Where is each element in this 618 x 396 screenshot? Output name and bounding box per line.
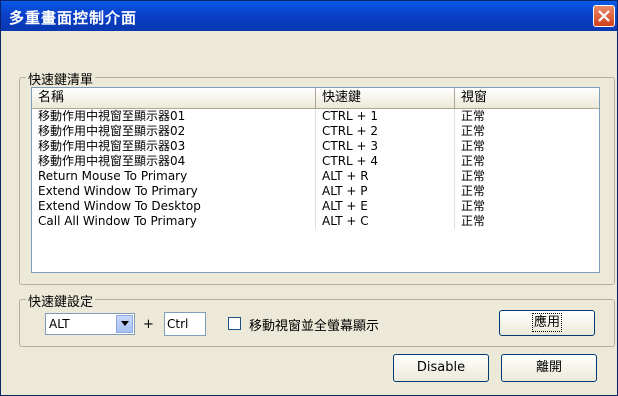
row-hotkey: ALT + C bbox=[316, 214, 455, 229]
apply-button[interactable]: 應用 bbox=[499, 310, 595, 336]
hotkey-key-value: Ctrl bbox=[167, 317, 189, 331]
exit-button[interactable]: 離開 bbox=[501, 354, 597, 382]
column-header-hotkey[interactable]: 快速鍵 bbox=[316, 88, 455, 108]
row-hotkey: CTRL + 3 bbox=[316, 139, 455, 154]
row-hotkey: CTRL + 1 bbox=[316, 109, 455, 124]
dropdown-button[interactable] bbox=[116, 315, 133, 333]
column-header-window[interactable]: 視窗 bbox=[455, 88, 599, 108]
title-bar[interactable]: 多重畫面控制介面 bbox=[1, 1, 617, 31]
row-window: 正常 bbox=[461, 184, 486, 198]
hotkey-list-group-label: 快速鍵清單 bbox=[26, 69, 96, 88]
hotkey-list[interactable]: 名稱 快速鍵 視窗 移動作用中視窗至顯示器01 CTRL + 1 正常 移動作用… bbox=[31, 87, 600, 273]
row-hotkey: ALT + R bbox=[316, 169, 455, 184]
modifier-select[interactable]: ALT bbox=[45, 313, 135, 335]
row-window: 正常 bbox=[461, 199, 486, 213]
disable-button[interactable]: Disable bbox=[393, 354, 489, 382]
apply-button-label: 應用 bbox=[531, 313, 563, 332]
column-header-name[interactable]: 名稱 bbox=[32, 88, 316, 108]
list-row[interactable]: 移動作用中視窗至顯示器04 CTRL + 4 正常 bbox=[32, 154, 599, 169]
list-row[interactable]: Extend Window To Primary ALT + P 正常 bbox=[32, 184, 599, 199]
list-row[interactable]: 移動作用中視窗至顯示器03 CTRL + 3 正常 bbox=[32, 139, 599, 154]
disable-button-label: Disable bbox=[416, 360, 466, 375]
row-hotkey: ALT + P bbox=[316, 184, 455, 199]
exit-button-label: 離開 bbox=[535, 360, 562, 375]
modifier-select-value: ALT bbox=[49, 317, 70, 331]
plus-label: + bbox=[143, 317, 154, 332]
row-hotkey: CTRL + 4 bbox=[316, 154, 455, 169]
row-window: 正常 bbox=[461, 139, 486, 153]
row-name: 移動作用中視窗至顯示器04 bbox=[32, 154, 316, 169]
row-hotkey: CTRL + 2 bbox=[316, 124, 455, 139]
row-window: 正常 bbox=[461, 154, 486, 168]
dialog-window: 多重畫面控制介面 快速鍵清單 名稱 快速鍵 視窗 移動作用中視窗至顯示器01 C… bbox=[0, 0, 618, 396]
list-header: 名稱 快速鍵 視窗 bbox=[32, 88, 599, 109]
row-name: Extend Window To Primary bbox=[32, 184, 316, 199]
row-name: 移動作用中視窗至顯示器03 bbox=[32, 139, 316, 154]
row-window: 正常 bbox=[461, 124, 486, 138]
close-icon bbox=[598, 10, 610, 22]
hotkey-settings-group-label: 快速鍵設定 bbox=[26, 291, 96, 310]
hotkey-key-input[interactable]: Ctrl bbox=[164, 312, 206, 336]
row-name: Extend Window To Desktop bbox=[32, 199, 316, 214]
fullscreen-checkbox-label[interactable]: 移動視窗並全螢幕顯示 bbox=[249, 315, 379, 334]
row-name: Call All Window To Primary bbox=[32, 214, 316, 229]
fullscreen-checkbox[interactable] bbox=[228, 317, 241, 330]
list-row[interactable]: 移動作用中視窗至顯示器02 CTRL + 2 正常 bbox=[32, 124, 599, 139]
row-name: Return Mouse To Primary bbox=[32, 169, 316, 184]
row-name: 移動作用中視窗至顯示器01 bbox=[32, 109, 316, 124]
list-row[interactable]: Call All Window To Primary ALT + C 正常 bbox=[32, 214, 599, 229]
row-window: 正常 bbox=[461, 214, 486, 228]
row-window: 正常 bbox=[461, 169, 486, 183]
list-row[interactable]: Return Mouse To Primary ALT + R 正常 bbox=[32, 169, 599, 184]
row-hotkey: ALT + E bbox=[316, 199, 455, 214]
row-window: 正常 bbox=[461, 109, 486, 123]
list-row[interactable]: 移動作用中視窗至顯示器01 CTRL + 1 正常 bbox=[32, 109, 599, 124]
window-title: 多重畫面控制介面 bbox=[9, 9, 138, 27]
row-name: 移動作用中視窗至顯示器02 bbox=[32, 124, 316, 139]
chevron-down-icon bbox=[121, 321, 129, 326]
list-row[interactable]: Extend Window To Desktop ALT + E 正常 bbox=[32, 199, 599, 214]
close-button[interactable] bbox=[593, 5, 615, 27]
